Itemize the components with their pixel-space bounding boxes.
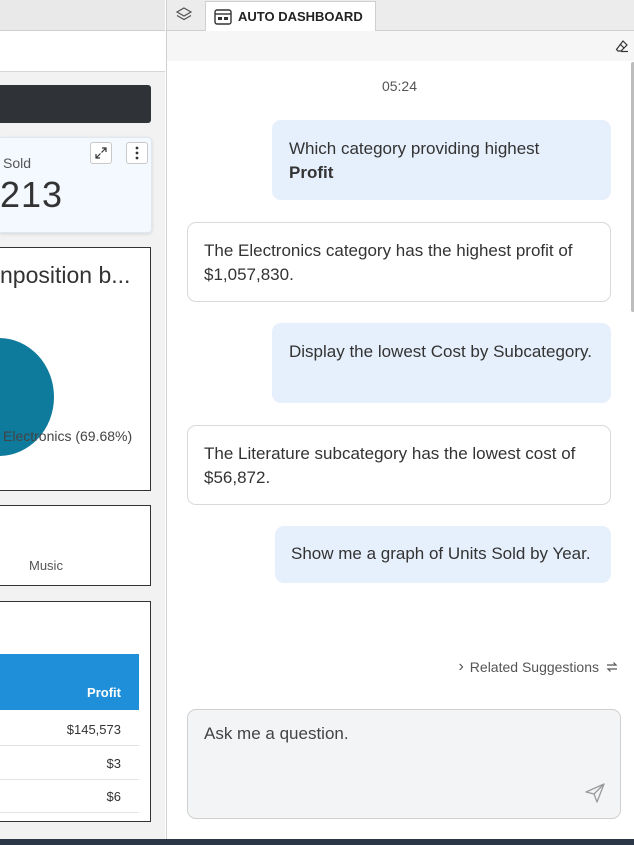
message-text: Show me a graph of Units Sold by Year. xyxy=(291,544,591,563)
message-text: The Electronics category has the highest… xyxy=(204,241,573,284)
kpi-value: 213 xyxy=(0,174,64,215)
music-chart-card[interactable]: Music xyxy=(0,505,151,586)
assistant-toolbar xyxy=(167,31,634,61)
message-text: The Literature subcategory has the lowes… xyxy=(204,444,576,487)
right-tab-bar: AUTO DASHBOARD xyxy=(167,0,634,31)
question-input-placeholder: Ask me a question. xyxy=(204,724,349,743)
chart-title: nposition b... xyxy=(0,262,131,288)
chat-transcript: 05:24 Which category providing highest P… xyxy=(167,62,634,702)
tab-label: AUTO DASHBOARD xyxy=(238,9,363,24)
kpi-label: Sold xyxy=(3,155,32,171)
cell-profit: $3 xyxy=(106,756,121,771)
dashboard-header-bar xyxy=(0,85,151,123)
assistant-message: The Electronics category has the highest… xyxy=(187,222,611,302)
related-suggestions-toggle[interactable]: › Related Suggestions xyxy=(458,658,619,676)
table-row[interactable]: $145,573 xyxy=(0,712,139,746)
cell-profit: $145,573 xyxy=(66,722,121,737)
pie-slice-label: Electronics (69.68%) xyxy=(3,428,133,444)
user-message: Show me a graph of Units Sold by Year. xyxy=(275,526,611,583)
table-row[interactable]: $6 xyxy=(0,779,139,813)
user-message: Which category providing highest Profit xyxy=(272,120,611,200)
composition-chart-card[interactable]: nposition b... Electronics (69.68%) xyxy=(0,247,151,491)
tab-auto-dashboard[interactable]: AUTO DASHBOARD xyxy=(205,1,376,31)
table-row[interactable]: $3 xyxy=(0,746,139,780)
eraser-icon[interactable] xyxy=(615,39,629,53)
more-options-icon[interactable] xyxy=(126,142,148,164)
window-bottom-strip xyxy=(0,839,634,845)
table-header: Profit xyxy=(0,654,139,710)
message-text: Which category providing highest xyxy=(289,139,540,158)
column-header-profit[interactable]: Profit xyxy=(87,685,121,700)
chevron-right-icon: › xyxy=(458,658,464,675)
message-bold-text: Profit xyxy=(289,163,334,182)
assistant-message: The Literature subcategory has the lowes… xyxy=(187,425,611,505)
chat-timestamp: 05:24 xyxy=(381,78,418,94)
message-text: Display the lowest Cost by Subcategory. xyxy=(289,342,592,361)
cell-profit: $6 xyxy=(106,789,121,804)
send-icon[interactable] xyxy=(584,782,606,804)
dashboard-icon xyxy=(214,8,232,25)
question-input[interactable]: Ask me a question. xyxy=(187,709,621,819)
left-toolbar xyxy=(0,31,165,72)
axis-label-music: Music xyxy=(29,558,63,573)
user-message: Display the lowest Cost by Subcategory. xyxy=(272,323,611,403)
layers-icon[interactable] xyxy=(175,6,193,24)
left-tab-bar xyxy=(0,0,165,31)
dashboard-panel: Sold 213 nposition b... Electronics (69.… xyxy=(0,0,165,845)
refresh-icon[interactable] xyxy=(605,660,619,674)
data-table-card[interactable]: Profit $145,573 $3 $6 xyxy=(0,601,151,822)
expand-icon[interactable] xyxy=(90,142,112,164)
assistant-panel: AUTO DASHBOARD 05:24 Which category prov… xyxy=(166,0,634,845)
kpi-card-units-sold[interactable]: Sold 213 xyxy=(0,137,152,233)
related-suggestions-label: Related Suggestions xyxy=(469,659,599,675)
